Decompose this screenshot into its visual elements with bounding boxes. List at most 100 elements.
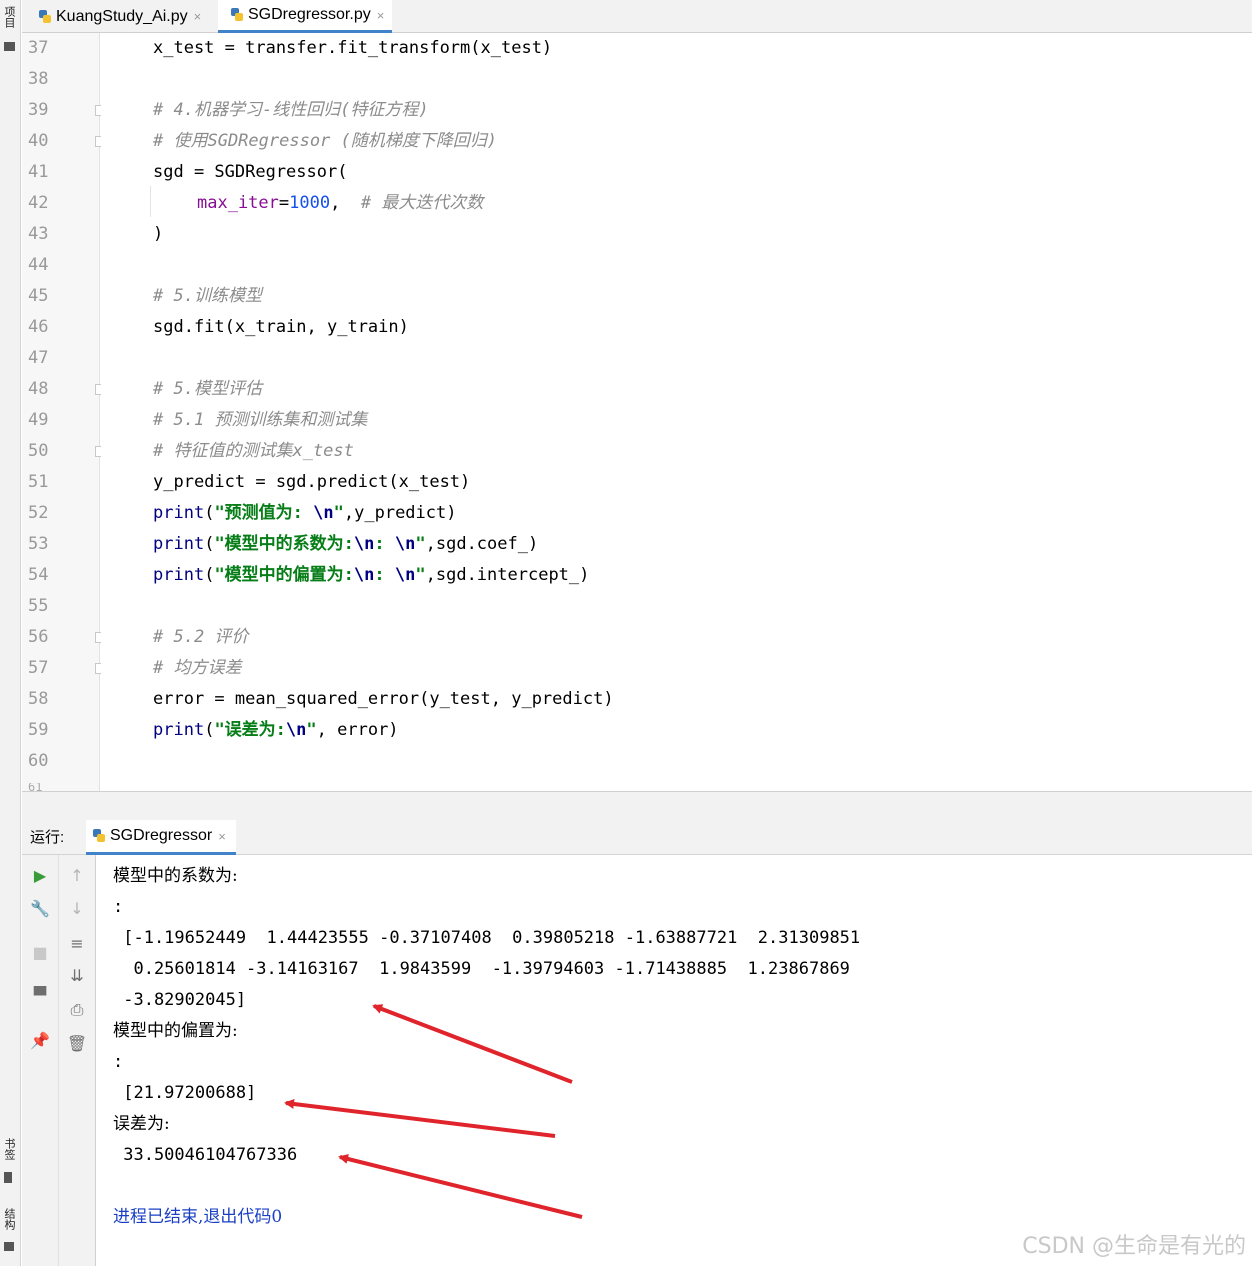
- code-keyword: print: [153, 503, 205, 523]
- line-number: 54: [28, 565, 49, 585]
- stop-icon[interactable]: ■: [30, 942, 50, 962]
- code-text: ): [153, 224, 164, 244]
- run-toolbar-secondary: ↑ ↓ ≡ ⇊ ⎙ 🗑: [59, 855, 96, 1266]
- tab-kuangstudy-ai[interactable]: KuangStudy_Ai.py ×: [26, 0, 209, 33]
- console-line: 模型中的偏置为:: [113, 1021, 238, 1041]
- line-number: 55: [28, 596, 49, 616]
- pin-icon[interactable]: 📌: [30, 1030, 50, 1050]
- code-comment: # 均方误差: [153, 658, 242, 678]
- code-string: :: [374, 534, 395, 554]
- code-text: , error): [316, 720, 399, 740]
- indent-guide: [150, 186, 151, 217]
- folder-icon[interactable]: [4, 42, 15, 51]
- arrow-up-icon[interactable]: ↑: [67, 865, 87, 885]
- code-escape: \n: [394, 565, 416, 585]
- bookmarks-tool-label[interactable]: 书签: [2, 1138, 16, 1160]
- python-file-icon: [92, 829, 106, 843]
- code-text: x_test = transfer.fit_transform(x_test): [153, 38, 553, 58]
- line-number: 60: [28, 751, 49, 771]
- line-number: 47: [28, 348, 49, 368]
- line-number-gutter[interactable]: 37 38 39 40 41 42 43 44 45 46 47 48 49 50 51 52 53 54 55 56…: [22, 33, 106, 791]
- line-number: 49: [28, 410, 49, 430]
- code-number: 1000: [289, 193, 331, 213]
- close-icon[interactable]: ×: [218, 829, 226, 844]
- console-line: 误差为:: [113, 1114, 170, 1134]
- code-escape: \n: [353, 565, 375, 585]
- code-comment: # 使用SGDRegressor (随机梯度下降回归): [153, 131, 497, 151]
- code-string: "模型中的偏置为:: [214, 565, 354, 585]
- scroll-to-end-icon[interactable]: ⇊: [67, 965, 87, 985]
- code-comment: # 5.训练模型: [153, 286, 262, 306]
- wrench-icon[interactable]: 🔧: [30, 898, 50, 918]
- code-parameter: max_iter: [197, 193, 279, 213]
- code-string: ": [415, 534, 426, 554]
- run-tab-sgdregressor[interactable]: SGDregressor ×: [86, 820, 236, 855]
- code-text: ,: [330, 193, 361, 213]
- code-string: ": [333, 503, 344, 523]
- run-label: 运行:: [30, 829, 65, 846]
- structure-icon[interactable]: [4, 1242, 14, 1251]
- code-escape: \n: [313, 503, 334, 523]
- rerun-icon[interactable]: ▶: [30, 865, 50, 885]
- layout-icon[interactable]: ▀: [30, 985, 50, 1005]
- code-keyword: print: [153, 534, 205, 554]
- code-comment: # 5.模型评估: [153, 379, 262, 399]
- print-icon[interactable]: ⎙: [67, 1000, 87, 1020]
- line-number: 41: [28, 162, 49, 182]
- panel-splitter[interactable]: [22, 791, 1252, 820]
- run-console-output[interactable]: 模型中的系数为:: [-1.19652449 1.44423555 -0.371…: [97, 855, 1252, 1266]
- console-line: [-1.19652449 1.44423555 -0.37107408 0.39…: [113, 928, 861, 948]
- project-tool-label[interactable]: 项目: [2, 6, 16, 28]
- bookmark-icon[interactable]: [4, 1172, 12, 1183]
- code-text: y_predict = sgd.predict(x_test): [153, 472, 471, 492]
- python-file-icon: [38, 9, 52, 24]
- line-number: 42: [28, 193, 49, 213]
- console-line: :: [113, 1052, 124, 1072]
- editor-tabs: KuangStudy_Ai.py × SGDregressor.py ×: [22, 0, 1252, 33]
- console-line: [21.97200688]: [113, 1083, 257, 1103]
- tab-label: SGDregressor.py: [248, 6, 371, 23]
- code-string: "预测值为:: [214, 503, 314, 523]
- line-number: 57: [28, 658, 49, 678]
- tab-sgdregressor[interactable]: SGDregressor.py ×: [218, 0, 393, 33]
- process-exit-message: 进程已结束,退出代码0: [113, 1207, 283, 1227]
- line-number: 39: [28, 100, 49, 120]
- line-number: 46: [28, 317, 49, 337]
- soft-wrap-icon[interactable]: ≡: [67, 933, 87, 953]
- trash-icon[interactable]: 🗑: [67, 1033, 87, 1053]
- console-line: -3.82902045]: [113, 990, 247, 1010]
- code-keyword: print: [153, 565, 205, 585]
- run-tab-label: SGDregressor: [110, 827, 213, 844]
- code-text: sgd.fit(x_train, y_train): [153, 317, 409, 337]
- code-text: =: [278, 193, 290, 213]
- code-editor[interactable]: x_test = transfer.fit_transform(x_test) #…: [101, 33, 1252, 791]
- code-comment: # 4.机器学习-线性回归(特征方程): [153, 100, 429, 120]
- line-number: 48: [28, 379, 49, 399]
- arrow-down-icon[interactable]: ↓: [67, 898, 87, 918]
- line-number: 50: [28, 441, 49, 461]
- console-line: :: [113, 897, 124, 917]
- close-icon[interactable]: ×: [194, 9, 202, 24]
- code-comment: # 5.1 预测训练集和测试集: [153, 410, 368, 430]
- code-escape: \n: [394, 534, 416, 554]
- line-number: 45: [28, 286, 49, 306]
- line-number: 53: [28, 534, 49, 554]
- line-number: 58: [28, 689, 49, 709]
- line-number: 43: [28, 224, 49, 244]
- console-line: 模型中的系数为:: [113, 866, 238, 886]
- close-icon[interactable]: ×: [377, 8, 385, 23]
- code-text: error = mean_squared_error(y_test, y_pre…: [153, 689, 614, 709]
- code-escape: \n: [353, 534, 375, 554]
- code-keyword: print: [153, 720, 205, 740]
- console-line: 0.25601814 -3.14163167 1.9843599 -1.3979…: [113, 959, 850, 979]
- tab-label: KuangStudy_Ai.py: [56, 7, 188, 25]
- code-string: "误差为:: [214, 720, 286, 740]
- line-number: 40: [28, 131, 49, 151]
- console-line: 33.50046104767336: [113, 1145, 298, 1165]
- line-number: 56: [28, 627, 49, 647]
- line-number: 38: [28, 69, 49, 89]
- line-number: 52: [28, 503, 49, 523]
- left-tool-strip: 项目 书签 结构: [0, 0, 21, 1266]
- structure-tool-label[interactable]: 结构: [2, 1208, 16, 1230]
- run-toolbar-primary: ▶ 🔧 ■ ▀ 📌: [22, 855, 59, 1266]
